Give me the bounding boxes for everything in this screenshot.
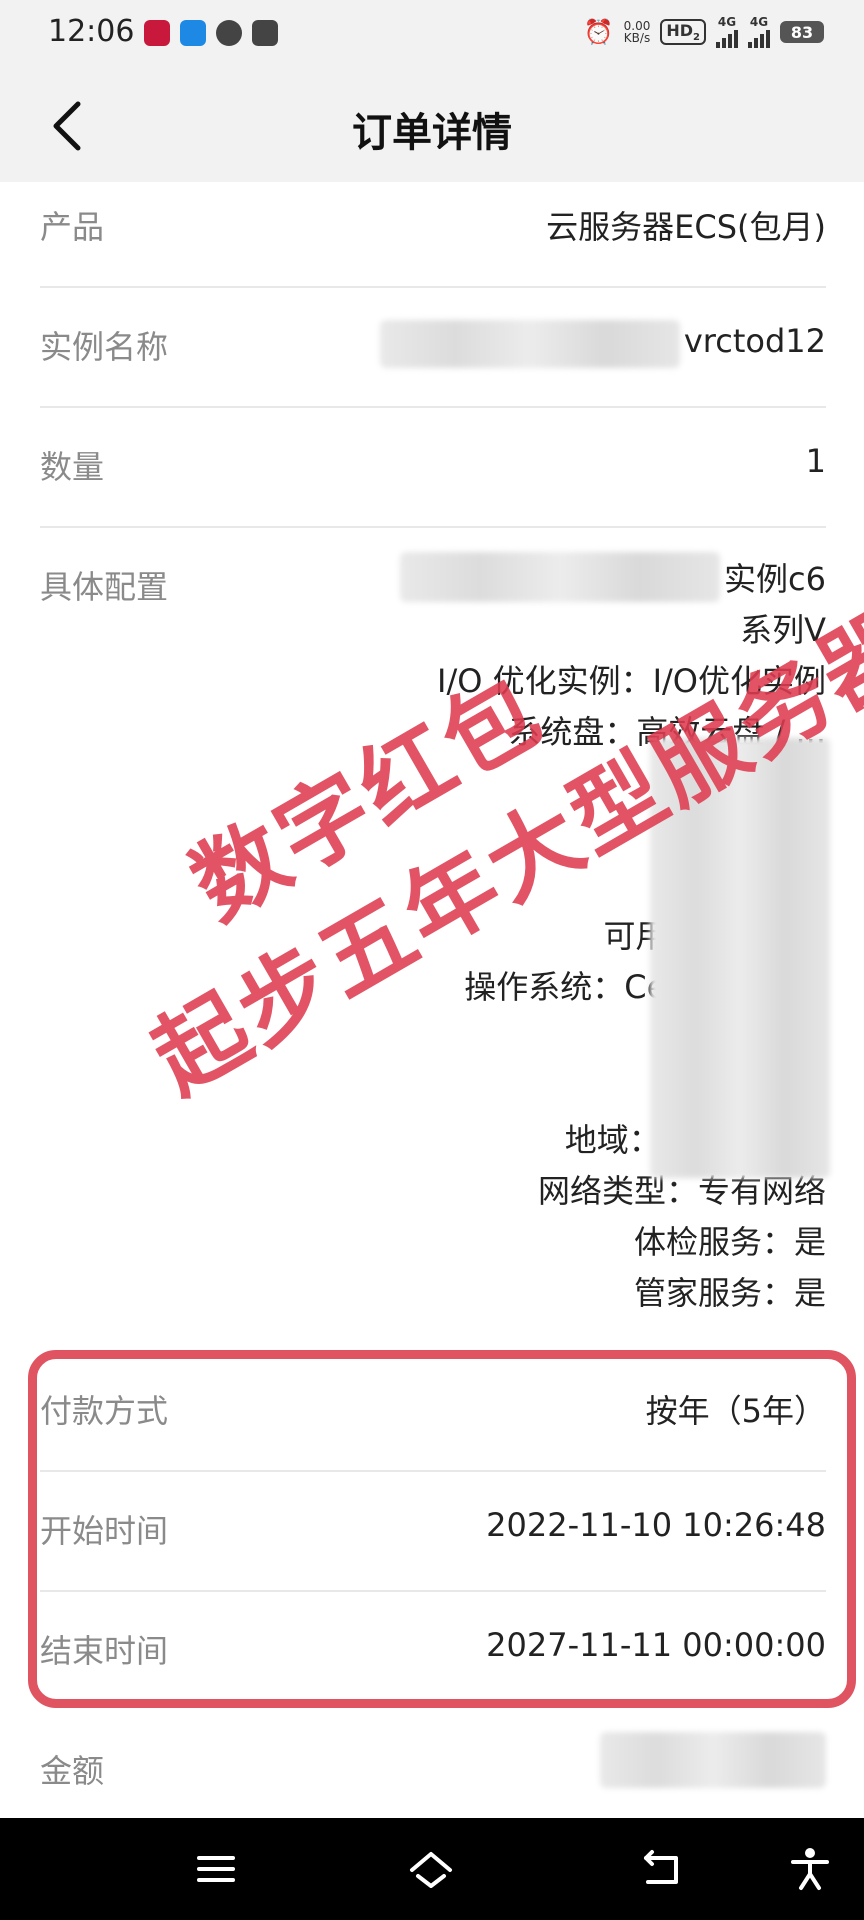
redacted-blur [380,320,680,368]
row-label: 具体配置 [40,568,169,606]
highlight-box [28,1350,856,1708]
row-product: 产品 云服务器ECS(包月) [40,182,826,288]
row-value: 1 [805,442,826,480]
signal-bars-icon [716,28,738,48]
page-title: 订单详情 [352,110,512,156]
home-button[interactable] [408,1846,454,1892]
app-icon-red [144,20,170,46]
alarm-icon: ⏰ [583,18,614,46]
signal-2: 4G [748,16,770,48]
row-amount: 金额 [40,1712,826,1818]
redacted-blur [600,1732,826,1788]
app-icon-search [216,20,242,46]
row-label: 金额 [40,1752,105,1790]
back-icon [644,1850,678,1884]
row-quantity: 数量 1 [40,408,826,528]
redacted-blur [400,552,720,602]
config-line: 管家服务：是 [633,1274,826,1312]
row-label: 数量 [40,448,105,486]
status-time: 12:06 [48,14,135,49]
app-icon-blue [180,20,206,46]
row-value: vrctod12 [683,322,826,360]
row-label: 实例名称 [40,328,169,366]
row-instance-name: 实例名称 vrctod12 [40,288,826,408]
net-speed: 0.00 KB/s [623,19,651,45]
back-nav-button[interactable] [638,1846,684,1892]
status-bar: 12:06 ⏰ 0.00 KB/s HD2 4G 4G 83 [0,0,864,70]
accessibility-icon [791,1848,829,1890]
status-right: ⏰ 0.00 KB/s HD2 4G 4G 83 [584,16,824,48]
row-label: 产品 [40,208,105,246]
menu-button[interactable] [193,1846,239,1892]
accessibility-button[interactable] [787,1846,833,1892]
signal-1: 4G [716,16,738,48]
page-header: 订单详情 [0,70,864,182]
navigation-bar [0,1818,864,1920]
config-line: 体检服务：是 [633,1223,826,1261]
signal-bars-icon [748,28,770,48]
home-icon [410,1852,452,1888]
row-value: 云服务器ECS(包月) [546,208,826,246]
battery-icon: 83 [780,21,824,43]
menu-icon [197,1856,235,1882]
hd-badge: HD2 [660,18,706,46]
app-icon-cloud [252,20,278,46]
